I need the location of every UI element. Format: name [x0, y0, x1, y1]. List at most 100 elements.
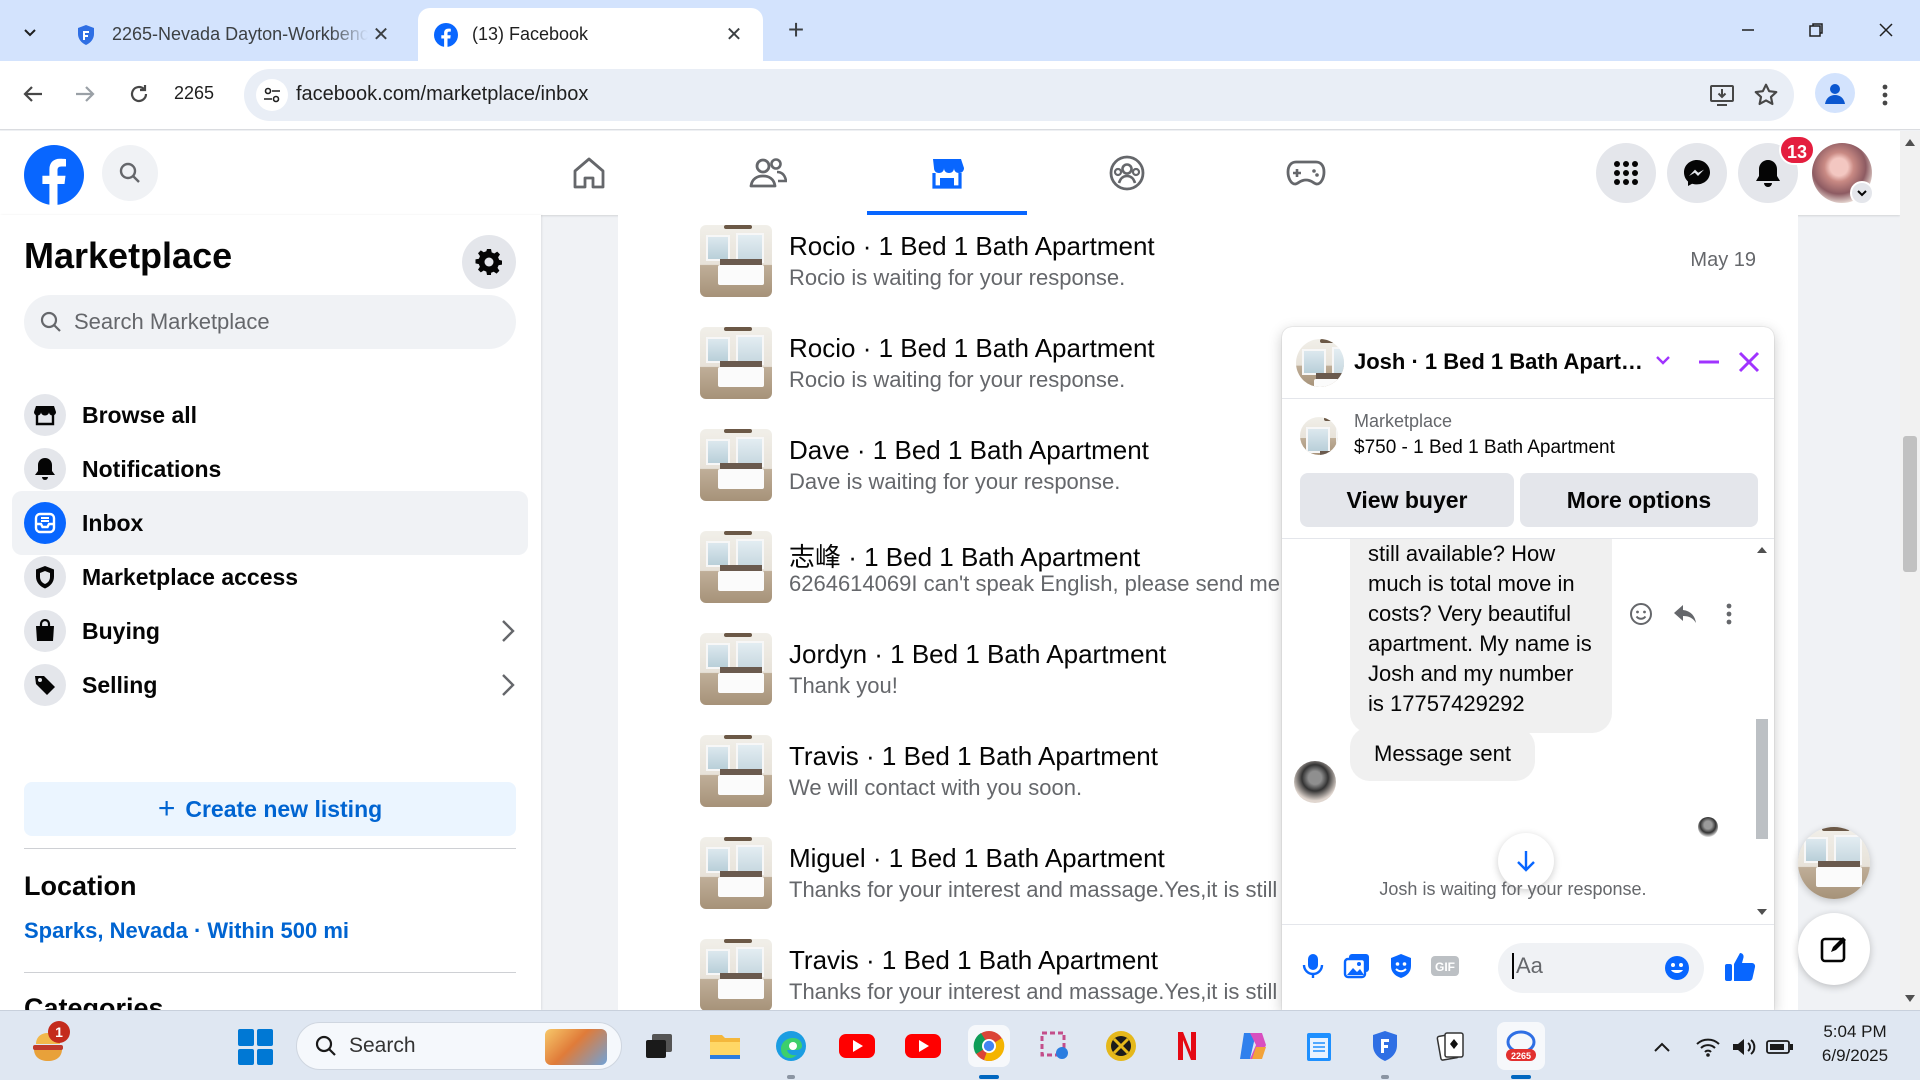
new-message-button[interactable]: [1798, 913, 1870, 985]
close-window-button[interactable]: [1866, 12, 1906, 48]
marketplace-settings-button[interactable]: [462, 235, 516, 289]
system-clock[interactable]: 5:04 PM 6/9/2025: [1800, 1020, 1910, 1068]
browser-tab-facebook[interactable]: (13) Facebook ✕: [418, 8, 763, 61]
tab-search-button[interactable]: [10, 12, 50, 52]
menu-grid-button[interactable]: [1596, 143, 1656, 203]
thumbs-up-button[interactable]: [1720, 947, 1760, 987]
sticker-icon[interactable]: [1384, 949, 1418, 983]
nav-friends-tab[interactable]: [688, 131, 848, 215]
copilot-icon[interactable]: [1232, 1025, 1274, 1067]
nav-groups-tab[interactable]: [1047, 131, 1207, 215]
close-tab-icon[interactable]: ✕: [721, 22, 747, 47]
gif-icon[interactable]: GIF: [1428, 949, 1462, 983]
chat-head-avatar[interactable]: [1798, 827, 1870, 899]
sidebar-item-label: Buying: [82, 617, 160, 644]
edge-browser-icon[interactable]: [770, 1025, 812, 1067]
nav-gaming-tab[interactable]: [1226, 131, 1386, 215]
scrollbar-thumb[interactable]: [1903, 436, 1917, 572]
youtube-app-icon-2[interactable]: [902, 1025, 944, 1067]
remote-app-icon[interactable]: 2265: [1497, 1022, 1545, 1070]
chrome-browser-icon[interactable]: [968, 1025, 1010, 1067]
account-menu-button[interactable]: [1850, 181, 1874, 205]
snipping-tool-icon[interactable]: [1034, 1025, 1076, 1067]
wifi-icon[interactable]: [1694, 1033, 1722, 1061]
restore-window-button[interactable]: [1796, 12, 1836, 48]
shield-logo-icon: [78, 24, 94, 45]
close-tab-icon[interactable]: ✕: [368, 22, 394, 47]
scrollbar-thumb[interactable]: [1756, 719, 1768, 839]
minimize-chat-button[interactable]: [1692, 345, 1726, 379]
sender-avatar[interactable]: [1294, 761, 1336, 803]
nav-marketplace-tab[interactable]: [867, 131, 1027, 215]
photo-icon[interactable]: [1340, 949, 1374, 983]
messenger-button[interactable]: [1667, 143, 1727, 203]
extension-label[interactable]: 2265: [174, 83, 214, 104]
install-app-button[interactable]: [1708, 81, 1736, 109]
listing-thumbnail: [700, 837, 772, 909]
task-view-icon[interactable]: [638, 1025, 680, 1067]
marketplace-search-input[interactable]: [74, 309, 494, 335]
solitaire-icon[interactable]: [1430, 1025, 1472, 1067]
xbox-icon[interactable]: [1100, 1025, 1142, 1067]
back-button[interactable]: [12, 73, 54, 115]
system-message: Message sent: [1350, 727, 1535, 781]
conversation-row[interactable]: Rocio · 1 Bed 1 Bath Apartment Rocio is …: [618, 221, 1798, 321]
waiting-status: Josh is waiting for your response.: [1379, 879, 1647, 899]
battery-icon[interactable]: [1766, 1033, 1794, 1061]
sidebar-item-selling[interactable]: Selling: [12, 653, 528, 717]
view-buyer-button[interactable]: View buyer: [1300, 473, 1514, 527]
page-scrollbar[interactable]: [1900, 131, 1920, 1010]
more-options-button[interactable]: More options: [1520, 473, 1758, 527]
create-new-listing-button[interactable]: + Create new listing: [24, 782, 516, 836]
microphone-icon[interactable]: [1296, 949, 1330, 983]
shield-app-icon[interactable]: [1364, 1025, 1406, 1067]
forward-button[interactable]: [64, 73, 106, 115]
netflix-icon[interactable]: [1166, 1025, 1208, 1067]
chevron-right-icon: [488, 619, 528, 643]
shield-icon: [24, 556, 66, 598]
site-info-button[interactable]: [256, 79, 288, 111]
scroll-down-icon[interactable]: [1905, 995, 1915, 1002]
message-actions: [1626, 599, 1744, 629]
nav-home-tab[interactable]: [509, 131, 669, 215]
scroll-down-icon[interactable]: [1756, 907, 1768, 917]
scroll-up-icon[interactable]: [1905, 139, 1915, 146]
reply-icon[interactable]: [1670, 599, 1700, 629]
incoming-message[interactable]: still available? How much is total move …: [1350, 539, 1612, 733]
chevron-down-icon[interactable]: [1654, 351, 1672, 374]
new-tab-button[interactable]: +: [778, 12, 814, 48]
browser-profile-button[interactable]: [1815, 73, 1855, 113]
notepad-icon[interactable]: [1298, 1025, 1340, 1067]
location-link[interactable]: Sparks, Nevada · Within 500 mi: [24, 918, 349, 944]
minimize-window-button[interactable]: [1728, 12, 1768, 48]
taskbar-search-input[interactable]: [349, 1034, 529, 1058]
chat-header[interactable]: Josh · 1 Bed 1 Bath Apartment: [1282, 327, 1774, 399]
message-input[interactable]: [1512, 953, 1662, 979]
browser-menu-button[interactable]: [1870, 75, 1900, 115]
address-bar[interactable]: facebook.com/marketplace/inbox: [244, 69, 1794, 121]
listing-price-title[interactable]: $750 - 1 Bed 1 Bath Apartment: [1354, 437, 1615, 459]
tab-title: (13) Facebook: [472, 24, 589, 44]
youtube-app-icon[interactable]: [836, 1025, 878, 1067]
facebook-logo-icon[interactable]: [24, 145, 84, 205]
chat-window: Josh · 1 Bed 1 Bath Apartment Marketplac…: [1282, 327, 1774, 1010]
file-explorer-icon[interactable]: [704, 1025, 746, 1067]
start-button[interactable]: [238, 1029, 274, 1065]
tray-expand-icon[interactable]: [1648, 1033, 1676, 1061]
browser-tab-workbench[interactable]: 2265-Nevada Dayton-Workbench ✕: [58, 8, 410, 61]
facebook-search-button[interactable]: [102, 145, 158, 201]
taskbar-search[interactable]: [296, 1022, 622, 1070]
more-vertical-icon[interactable]: [1714, 599, 1744, 629]
scroll-up-icon[interactable]: [1756, 545, 1768, 555]
volume-icon[interactable]: [1730, 1033, 1758, 1061]
conversation-preview: Rocio is waiting for your response.: [789, 367, 1126, 392]
chat-title[interactable]: Josh · 1 Bed 1 Bath Apartment: [1354, 349, 1654, 375]
react-emoji-icon[interactable]: [1626, 599, 1656, 629]
chat-scrollbar[interactable]: [1752, 539, 1772, 924]
emoji-icon[interactable]: [1664, 955, 1690, 981]
url-text[interactable]: facebook.com/marketplace/inbox: [296, 83, 588, 106]
marketplace-search[interactable]: [24, 295, 516, 349]
close-chat-button[interactable]: [1732, 345, 1766, 379]
reload-button[interactable]: [118, 73, 160, 115]
bookmark-button[interactable]: [1752, 81, 1780, 109]
